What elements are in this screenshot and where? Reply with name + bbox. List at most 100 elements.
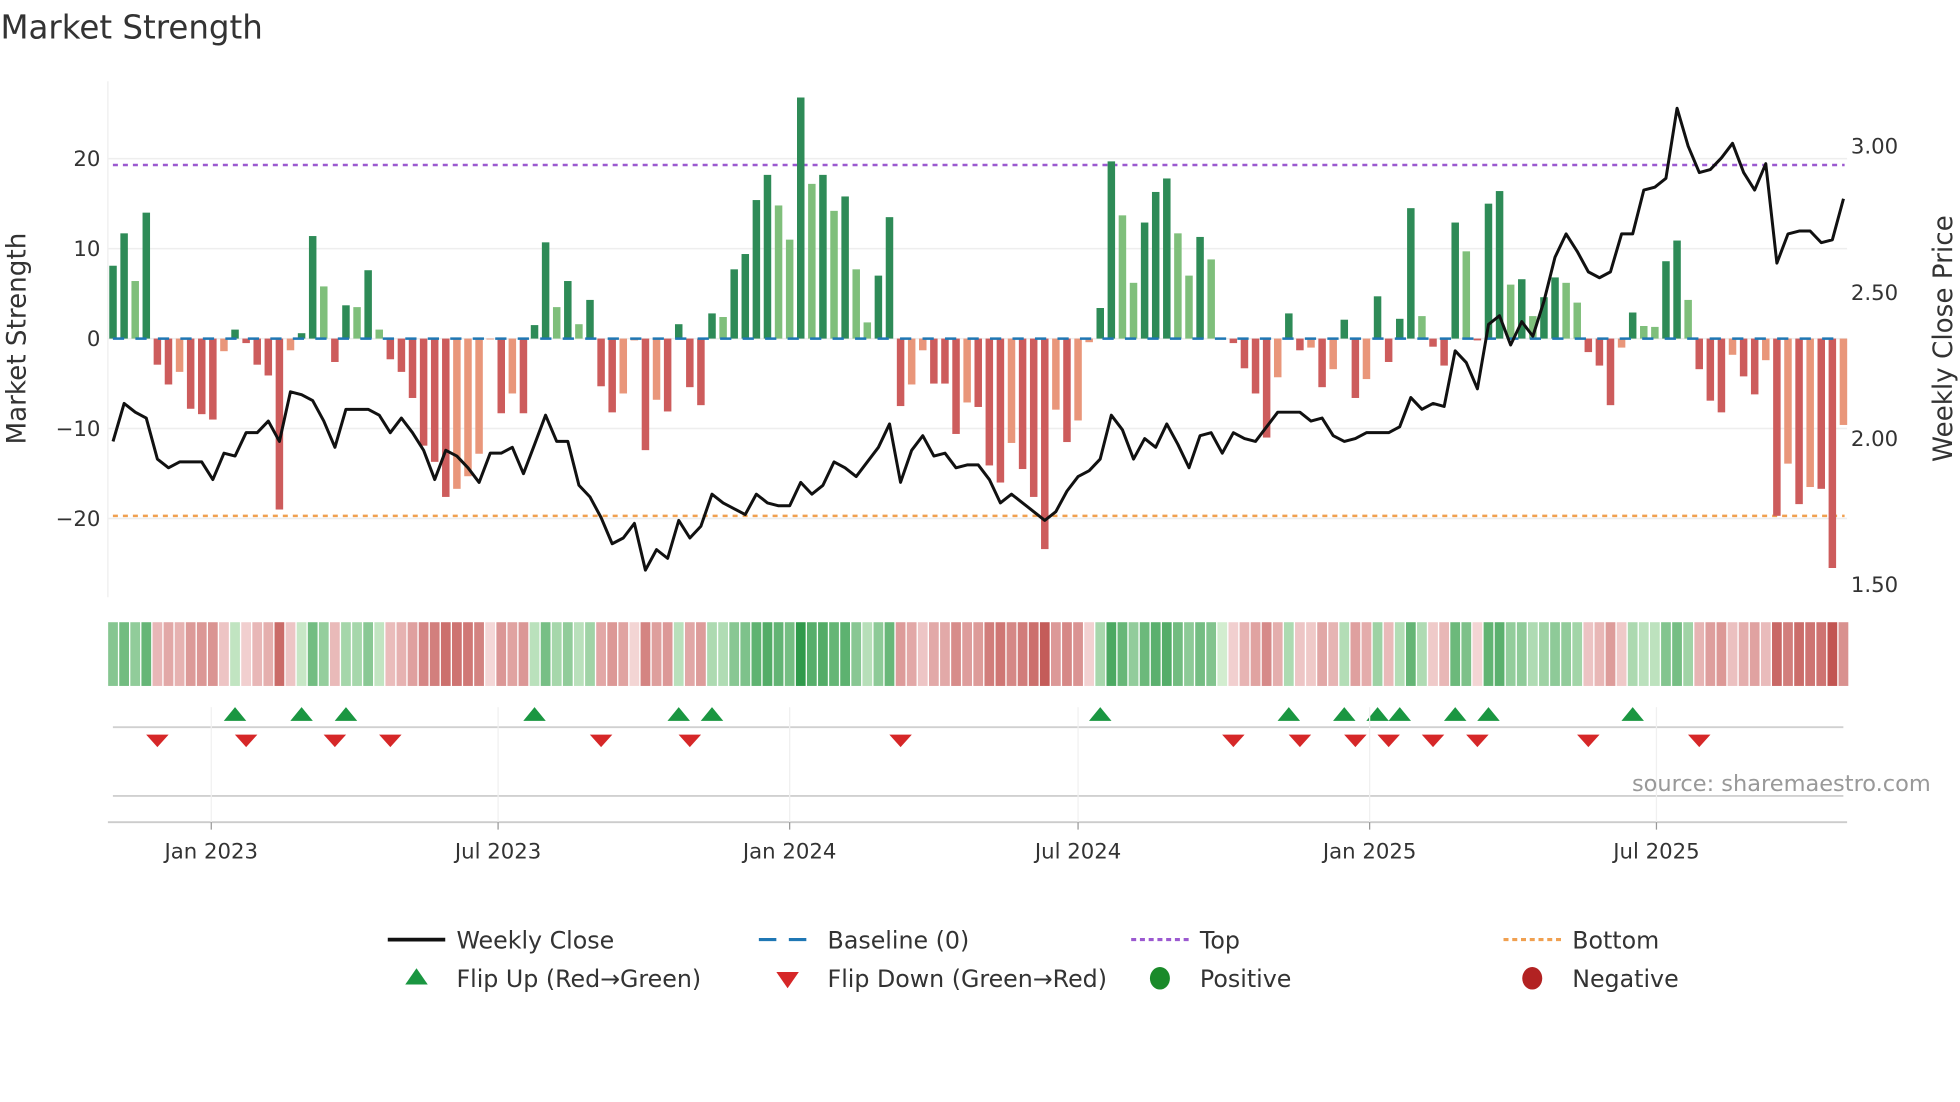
bar-negative — [153, 338, 162, 365]
strip-cell — [1805, 622, 1816, 686]
bar-positive — [819, 174, 827, 339]
flip-up-marker — [1388, 707, 1411, 721]
strip-cell — [651, 622, 662, 686]
flip-up-marker — [523, 707, 546, 721]
y2-tick-label: 2.00 — [1851, 427, 1898, 452]
strip-cell — [1749, 622, 1760, 686]
strip-cell — [1073, 622, 1083, 686]
bar-positive — [719, 317, 727, 339]
bar-positive — [1573, 302, 1581, 339]
y-axis-label: Market Strength — [2, 233, 32, 445]
bar-positive — [1395, 318, 1404, 339]
x-tick-label: Jul 2024 — [1033, 839, 1121, 864]
bar-positive — [1628, 312, 1637, 339]
strip-cell — [895, 622, 906, 686]
strip-cell — [1550, 622, 1560, 686]
y-tick-label: 0 — [87, 327, 101, 352]
bar-positive — [1673, 240, 1681, 339]
bar-negative — [1074, 338, 1082, 421]
bar-positive — [575, 324, 583, 339]
strip-cell — [640, 622, 651, 686]
bar-negative — [1329, 338, 1337, 370]
y2-tick-label: 1.50 — [1851, 573, 1898, 598]
strip-cell — [829, 622, 839, 686]
bar-negative — [1828, 338, 1837, 568]
bar-negative — [919, 338, 927, 351]
bar-negative — [1251, 338, 1260, 394]
bar-negative — [475, 338, 483, 454]
bar-positive — [863, 322, 872, 339]
strip-cell — [718, 622, 728, 686]
strip-cell — [263, 622, 274, 686]
flip-down-marker — [1344, 734, 1367, 748]
strip-cell — [551, 622, 562, 686]
flip-down-marker — [889, 734, 912, 748]
right-axis-ticks: 3.00 2.50 2.00 1.50 — [1851, 135, 1898, 599]
strip-cell — [629, 622, 640, 686]
bar-negative — [663, 338, 672, 412]
flip-up-marker — [1333, 707, 1356, 721]
strip-cell — [740, 622, 751, 686]
strip-cell — [596, 622, 606, 686]
y-tick-label: 20 — [73, 147, 100, 172]
legend-triangle-down-icon — [776, 972, 799, 989]
strip-cell — [884, 622, 895, 686]
bar-positive — [541, 242, 550, 339]
strip-cell — [1527, 622, 1538, 686]
bar-negative — [386, 338, 395, 360]
strip-cell — [1173, 622, 1183, 686]
bar-negative — [1728, 338, 1737, 355]
bar-negative — [608, 338, 616, 413]
bar-negative — [175, 338, 184, 372]
strip-cell — [163, 622, 174, 686]
strip-cell — [1505, 622, 1516, 686]
strip-cell — [174, 622, 185, 686]
bar-positive — [1484, 203, 1493, 339]
strip-cell — [1727, 622, 1738, 686]
y-tick-label: −20 — [56, 507, 101, 532]
left-axis-ticks: 20 10 0 −10 −20 — [56, 147, 101, 532]
bar-positive — [708, 313, 716, 339]
strip-cell — [1150, 622, 1161, 686]
bar-positive — [1163, 178, 1171, 339]
bar-positive — [763, 174, 772, 339]
bar-positive — [1107, 161, 1116, 339]
bar-positive — [1451, 222, 1459, 339]
bar-negative — [1817, 338, 1826, 489]
bar-negative — [652, 338, 661, 400]
strip-cell — [862, 622, 873, 686]
bar-negative — [1018, 338, 1027, 470]
bar-positive — [120, 233, 128, 339]
bar-positive — [1662, 261, 1670, 339]
strip-cell — [196, 622, 207, 686]
strip-cell — [585, 622, 595, 686]
bar-negative — [996, 338, 1005, 483]
strip-cell — [396, 622, 407, 686]
strip-cell — [1417, 622, 1427, 686]
flip-down-marker — [1577, 734, 1600, 748]
strip-cell — [1206, 622, 1217, 686]
bar-negative — [1229, 338, 1238, 344]
strip-cell — [440, 622, 451, 686]
strip-cell — [407, 622, 418, 686]
strip-cell — [962, 622, 973, 686]
bar-negative — [253, 338, 261, 365]
x-tick-label: Jan 2025 — [1321, 839, 1417, 864]
bar-positive — [1196, 236, 1204, 339]
strip-cell — [285, 622, 296, 686]
strip-cell — [1539, 622, 1549, 686]
strip-cell — [1572, 622, 1583, 686]
bar-positive — [1096, 308, 1104, 339]
bar-negative — [1063, 338, 1071, 443]
strip-cell — [840, 622, 850, 686]
bar-positive — [674, 324, 683, 339]
bar-negative — [220, 338, 228, 352]
strip-cell — [1838, 622, 1849, 686]
strip-cell — [374, 622, 385, 686]
bar-positive — [830, 210, 838, 339]
strip-cell — [1760, 622, 1771, 686]
bar-negative — [1584, 338, 1593, 353]
strip-cell — [662, 622, 673, 686]
bar-negative — [408, 338, 417, 398]
bar-negative — [198, 338, 206, 415]
